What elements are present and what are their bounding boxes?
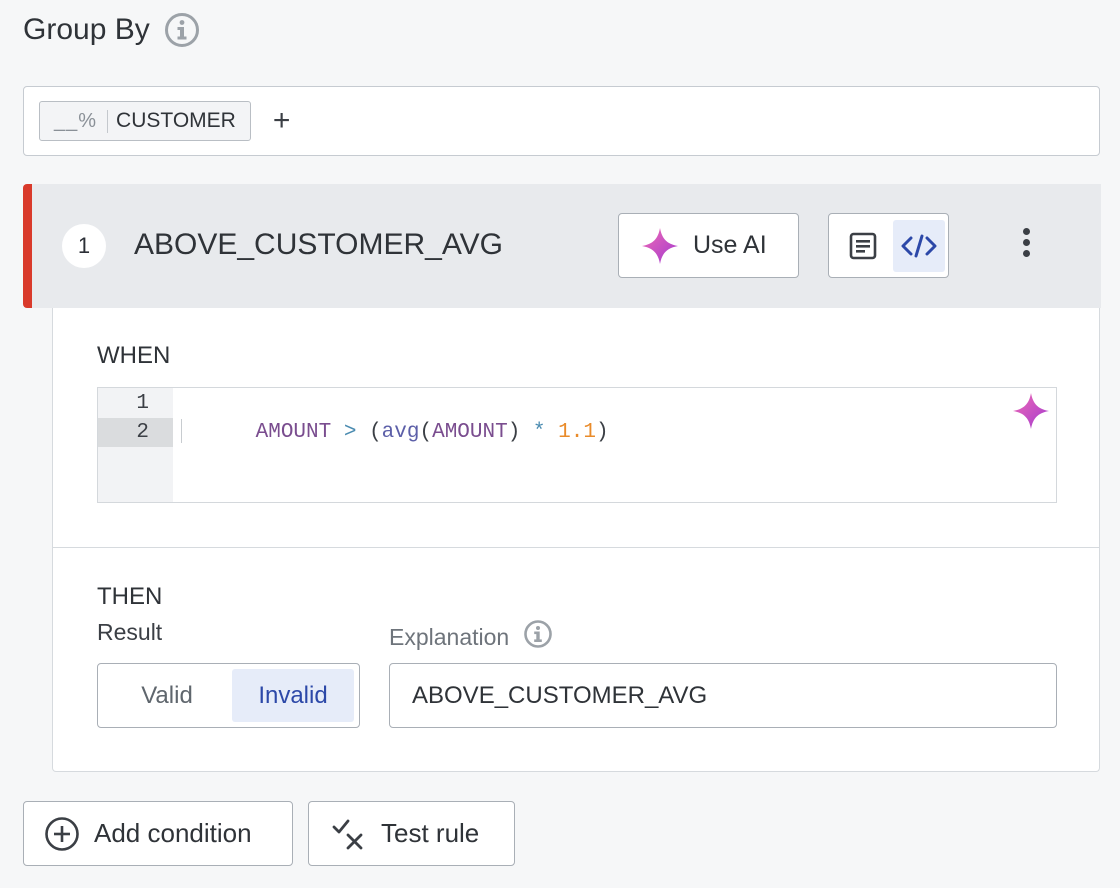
condition-code-editor[interactable]: 1 2 AMOUNT > (avg(AMOUNT) * 1.1)	[97, 387, 1057, 503]
code-token: *	[520, 421, 559, 444]
code-token: (	[419, 421, 433, 444]
line-number: 2	[98, 418, 173, 447]
use-ai-button[interactable]: Use AI	[618, 213, 799, 278]
rule-index-badge: 1	[62, 224, 106, 268]
result-label: Result	[97, 619, 163, 645]
test-rule-button[interactable]: Test rule	[308, 801, 515, 866]
code-icon	[901, 234, 937, 257]
add-condition-label: Add condition	[94, 818, 252, 848]
code-token: )	[595, 421, 609, 444]
info-icon[interactable]	[523, 619, 553, 655]
editor-mode-toggle	[828, 213, 949, 278]
info-icon[interactable]	[164, 12, 200, 48]
code-token: AMOUNT	[255, 421, 332, 444]
text-cursor	[181, 419, 182, 443]
add-group-by-button[interactable]: +	[273, 106, 291, 136]
more-options-icon[interactable]	[1020, 228, 1032, 264]
ai-sparkle-icon	[642, 227, 678, 264]
group-by-title: Group By	[23, 13, 150, 46]
group-by-field[interactable]: __% CUSTOMER +	[23, 86, 1100, 156]
code-token: AMOUNT	[432, 421, 508, 444]
line-number: 1	[136, 392, 149, 415]
rule-header: 1 ABOVE_CUSTOMER_AVG Use AI	[23, 184, 1101, 308]
document-icon	[849, 232, 877, 259]
visual-mode-button[interactable]	[837, 220, 889, 272]
rule-body: WHEN 1 2 AMOUNT > (avg(AMOUNT) * 1.1) TH…	[52, 308, 1100, 772]
use-ai-label: Use AI	[693, 231, 767, 259]
divider	[53, 547, 1099, 548]
explanation-label: Explanation	[389, 623, 510, 650]
group-by-header: Group By	[23, 12, 200, 48]
code-token: )	[507, 421, 521, 444]
code-token: 1.1	[558, 421, 596, 444]
rule-name: ABOVE_CUSTOMER_AVG	[134, 228, 503, 261]
when-label: WHEN	[97, 342, 171, 369]
ai-sparkle-icon[interactable]	[1012, 392, 1050, 430]
code-token: avg	[381, 421, 420, 444]
check-cross-icon	[332, 819, 363, 849]
result-invalid-option[interactable]: Invalid	[232, 669, 354, 722]
chip-type-label: __%	[54, 109, 109, 133]
then-label: THEN	[97, 583, 163, 610]
chip-label: CUSTOMER	[116, 109, 236, 132]
group-by-chip[interactable]: __% CUSTOMER	[39, 101, 251, 141]
result-toggle: Valid Invalid	[97, 663, 360, 728]
code-token: (	[369, 421, 382, 444]
code-token: >	[331, 421, 370, 444]
explanation-label-group: Explanation	[389, 619, 553, 655]
result-valid-option[interactable]: Valid	[102, 669, 232, 722]
code-mode-button[interactable]	[893, 219, 945, 272]
plus-circle-icon	[45, 816, 79, 851]
explanation-input[interactable]: ABOVE_CUSTOMER_AVG	[389, 663, 1057, 728]
test-rule-label: Test rule	[381, 818, 480, 848]
add-condition-button[interactable]: Add condition	[23, 801, 293, 866]
code-line[interactable]: AMOUNT > (avg(AMOUNT) * 1.1)	[180, 389, 609, 444]
